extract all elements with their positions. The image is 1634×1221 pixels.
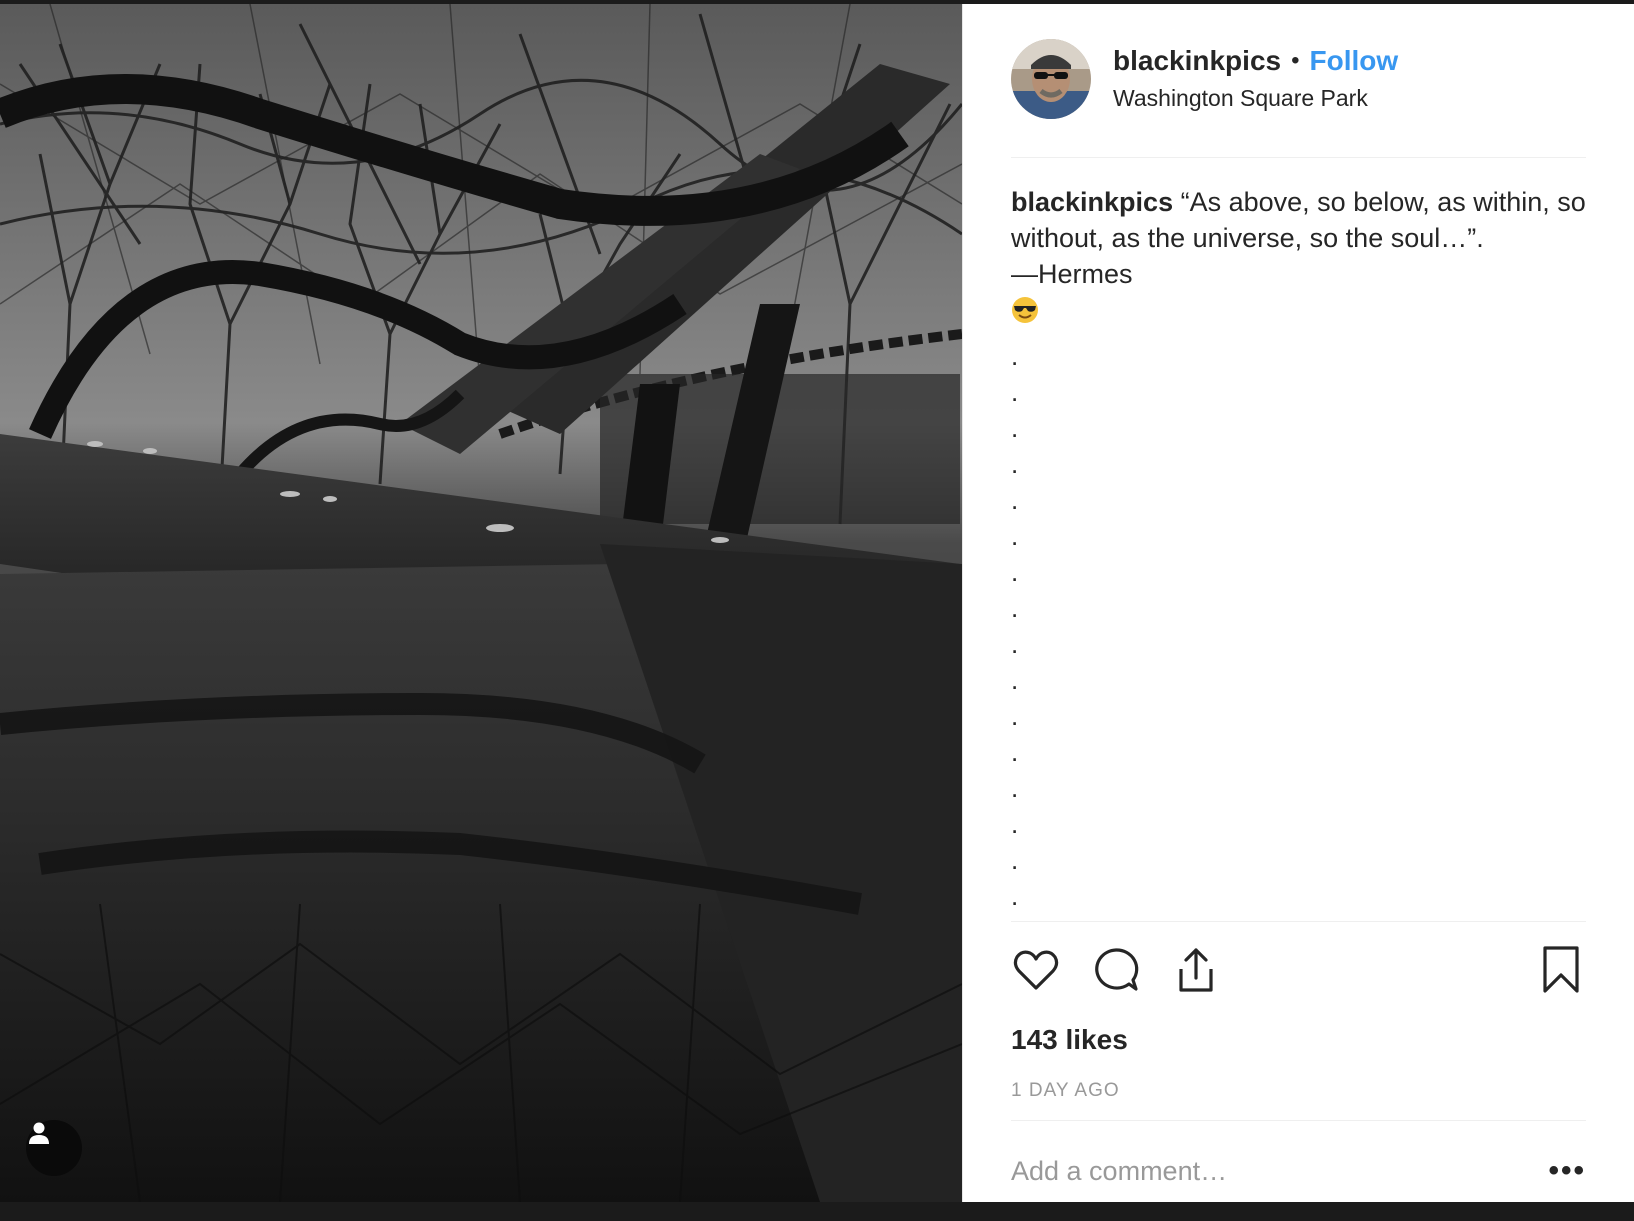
comment-form: ••• <box>1011 1121 1586 1221</box>
comment-button[interactable] <box>1091 945 1141 995</box>
comment-input[interactable] <box>1011 1155 1549 1187</box>
caption-attribution: —Hermes <box>1011 259 1133 289</box>
caption-emoji <box>1011 296 1586 333</box>
user-tag-button[interactable] <box>26 1120 82 1176</box>
caption-dot: . <box>1011 521 1019 551</box>
avatar[interactable] <box>1011 38 1091 119</box>
post-timestamp[interactable]: 1 DAY AGO <box>1011 1080 1586 1121</box>
caption-dot: . <box>1011 413 1019 443</box>
share-button[interactable] <box>1171 945 1221 995</box>
comment-icon <box>1095 948 1139 991</box>
post-photo[interactable] <box>0 4 962 1202</box>
location-link[interactable]: Washington Square Park <box>1113 85 1398 112</box>
profile-photo-image <box>1011 38 1091 119</box>
share-icon <box>1179 948 1213 992</box>
caption-dot: . <box>1011 557 1019 587</box>
save-button[interactable] <box>1536 945 1586 995</box>
follow-button[interactable]: Follow <box>1310 45 1399 77</box>
caption-dot: . <box>1011 485 1019 515</box>
caption-dot: . <box>1011 341 1019 371</box>
caption-dot: . <box>1011 773 1019 803</box>
caption-dot: . <box>1011 737 1019 767</box>
caption-dot: . <box>1011 809 1019 839</box>
separator-dot: • <box>1291 47 1300 74</box>
post-sidebar: blackinkpics • Follow Washington Square … <box>962 4 1634 1202</box>
caption-dots: . . . . . . . . . . . . . . . . <box>1011 339 1586 915</box>
like-button[interactable] <box>1011 945 1061 995</box>
header-username[interactable]: blackinkpics <box>1113 45 1281 77</box>
caption-dot: . <box>1011 449 1019 479</box>
sunglasses-emoji-icon <box>1012 297 1038 323</box>
caption-dot: . <box>1011 701 1019 731</box>
caption-dot: . <box>1011 629 1019 659</box>
heart-icon <box>1013 950 1059 990</box>
likes-count[interactable]: 143 likes <box>1011 1024 1586 1056</box>
action-bar <box>1011 922 1586 1014</box>
user-tag-icon <box>29 1122 49 1144</box>
caption-username[interactable]: blackinkpics <box>1011 187 1173 217</box>
caption-dot: . <box>1011 881 1019 911</box>
post-modal: blackinkpics • Follow Washington Square … <box>0 4 1634 1202</box>
caption-dot: . <box>1011 845 1019 875</box>
post-header: blackinkpics • Follow Washington Square … <box>1011 4 1586 158</box>
more-options-button[interactable]: ••• <box>1548 1154 1586 1188</box>
bench-photo-image <box>0 4 962 1202</box>
caption: blackinkpics “As above, so below, as wit… <box>1011 158 1586 922</box>
caption-dot: . <box>1011 665 1019 695</box>
caption-dot: . <box>1011 593 1019 623</box>
caption-dot: . <box>1011 377 1019 407</box>
bookmark-icon <box>1543 946 1579 993</box>
